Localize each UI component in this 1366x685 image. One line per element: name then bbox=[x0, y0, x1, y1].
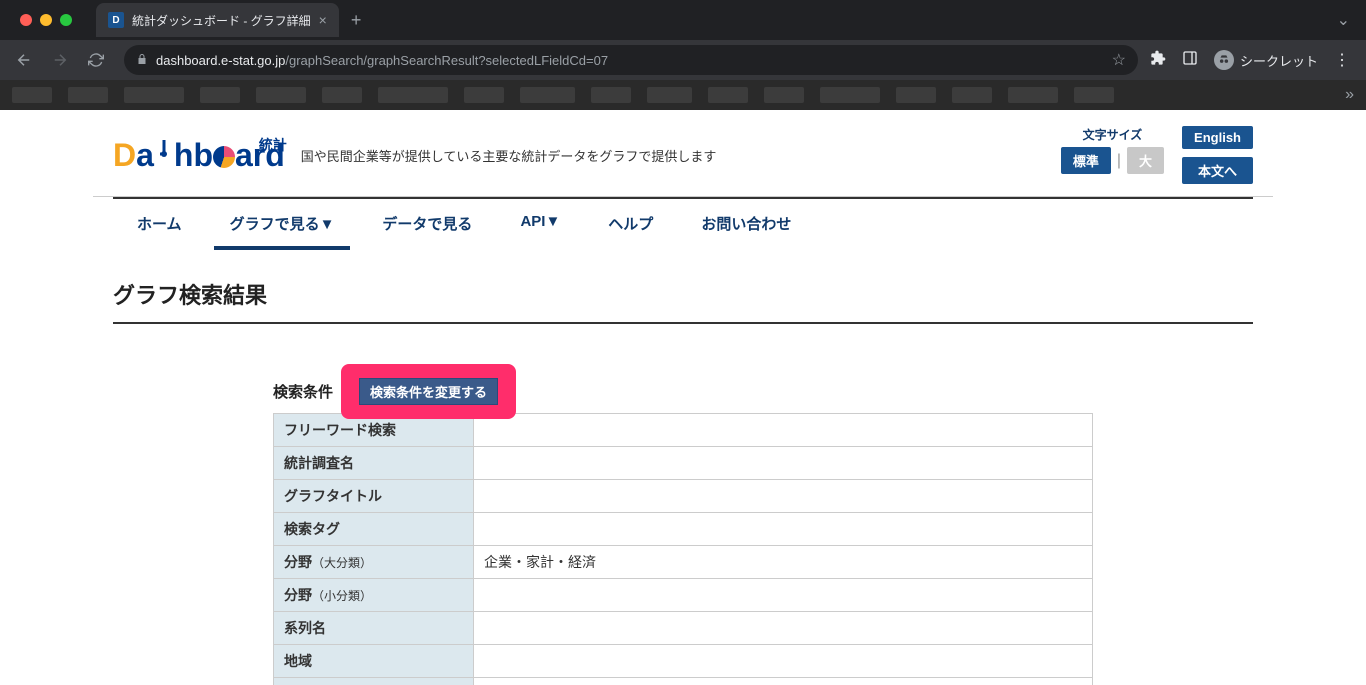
browser-chrome: D 統計ダッシュボード - グラフ詳細 × + ⌄ dashboard.e-st… bbox=[0, 0, 1366, 110]
incognito-indicator: シークレット bbox=[1214, 50, 1318, 70]
nav-contact[interactable]: お問い合わせ bbox=[677, 199, 815, 248]
row-value bbox=[474, 645, 1093, 678]
conditions-table: フリーワード検索 統計調査名 グラフタイトル 検索タグ 分野（大分類） bbox=[273, 413, 1093, 685]
nav-help[interactable]: ヘルプ bbox=[584, 199, 677, 248]
panel-icon[interactable] bbox=[1182, 50, 1198, 71]
url-text: dashboard.e-stat.go.jp/graphSearch/graph… bbox=[156, 53, 608, 68]
tab-favicon-icon: D bbox=[108, 12, 124, 28]
minimize-window-button[interactable] bbox=[40, 14, 52, 26]
nav-graph[interactable]: グラフで見る▼ bbox=[206, 199, 359, 248]
bookmark-item[interactable] bbox=[322, 87, 362, 103]
row-value bbox=[474, 480, 1093, 513]
bookmark-item[interactable] bbox=[12, 87, 52, 103]
bookmark-item[interactable] bbox=[256, 87, 306, 103]
bookmark-overflow-icon[interactable]: » bbox=[1345, 86, 1354, 104]
star-icon[interactable]: ☆ bbox=[1112, 50, 1126, 70]
bookmark-item[interactable] bbox=[200, 87, 240, 103]
row-label: 系列名 bbox=[274, 612, 474, 645]
main-nav: ホーム グラフで見る▼ データで見る API▼ ヘルプ お問い合わせ bbox=[113, 197, 1253, 248]
row-label: 分野（大分類） bbox=[274, 546, 474, 579]
bookmark-item[interactable] bbox=[591, 87, 631, 103]
row-label: 地域 bbox=[274, 645, 474, 678]
bookmark-item[interactable] bbox=[378, 87, 448, 103]
row-value bbox=[474, 612, 1093, 645]
search-conditions-label: 検索条件 bbox=[273, 381, 333, 402]
bookmark-item[interactable] bbox=[952, 87, 992, 103]
nav-data[interactable]: データで見る bbox=[358, 199, 496, 248]
row-label: 分野（小分類） bbox=[274, 579, 474, 612]
bookmark-item[interactable] bbox=[1074, 87, 1114, 103]
reload-button[interactable] bbox=[80, 44, 112, 76]
row-label: データ周期 bbox=[274, 678, 474, 685]
logo-pie-icon bbox=[213, 146, 235, 168]
tagline: 国や民間企業等が提供している主要な統計データをグラフで提供します bbox=[301, 146, 717, 165]
bookmark-item[interactable] bbox=[464, 87, 504, 103]
logo-char: a bbox=[136, 137, 154, 173]
table-row: 分野（大分類） 企業・家計・経済 bbox=[274, 546, 1093, 579]
maximize-window-button[interactable] bbox=[60, 14, 72, 26]
bookmark-item[interactable] bbox=[764, 87, 804, 103]
row-label: 統計調査名 bbox=[274, 447, 474, 480]
bookmark-item[interactable] bbox=[820, 87, 880, 103]
bookmark-item[interactable] bbox=[124, 87, 184, 103]
bookmark-item[interactable] bbox=[708, 87, 748, 103]
row-label: 検索タグ bbox=[274, 513, 474, 546]
table-row: 地域 bbox=[274, 645, 1093, 678]
close-tab-icon[interactable]: × bbox=[319, 12, 327, 28]
tab-title: 統計ダッシュボード - グラフ詳細 bbox=[132, 12, 311, 29]
bookmark-bar: » bbox=[0, 80, 1366, 110]
bookmark-item[interactable] bbox=[647, 87, 692, 103]
divider: | bbox=[1117, 152, 1121, 170]
logo[interactable]: 統計 Dahbard bbox=[113, 139, 285, 171]
table-row: 分野（小分類） bbox=[274, 579, 1093, 612]
window-controls bbox=[8, 14, 84, 26]
table-row: 系列名 bbox=[274, 612, 1093, 645]
row-value bbox=[474, 513, 1093, 546]
site-header: 統計 Dahbard 国や民間企業等が提供している主要な統計データをグラフで提供… bbox=[113, 110, 1253, 196]
page-title: グラフ検索結果 bbox=[113, 278, 1253, 324]
forward-button[interactable] bbox=[44, 44, 76, 76]
skip-to-content-button[interactable]: 本文へ bbox=[1182, 157, 1253, 184]
table-row: データ周期 bbox=[274, 678, 1093, 685]
browser-tab[interactable]: D 統計ダッシュボード - グラフ詳細 × bbox=[96, 3, 339, 37]
table-row: 統計調査名 bbox=[274, 447, 1093, 480]
close-window-button[interactable] bbox=[20, 14, 32, 26]
nav-api[interactable]: API▼ bbox=[496, 199, 584, 248]
logo-char: hb bbox=[174, 137, 213, 173]
logo-char: D bbox=[113, 137, 136, 173]
tab-bar: D 統計ダッシュボード - グラフ詳細 × + ⌄ bbox=[0, 0, 1366, 40]
logo-subtitle: 統計 bbox=[259, 135, 287, 155]
table-row: グラフタイトル bbox=[274, 480, 1093, 513]
bookmark-item[interactable] bbox=[1008, 87, 1058, 103]
font-size-label: 文字サイズ bbox=[1083, 126, 1143, 143]
logo-gauge-icon bbox=[154, 140, 174, 166]
row-label: グラフタイトル bbox=[274, 480, 474, 513]
tab-list-chevron-icon[interactable]: ⌄ bbox=[1321, 10, 1366, 30]
font-standard-button[interactable]: 標準 bbox=[1061, 147, 1111, 174]
incognito-icon bbox=[1214, 50, 1234, 70]
toolbar: dashboard.e-stat.go.jp/graphSearch/graph… bbox=[0, 40, 1366, 80]
table-row: 検索タグ bbox=[274, 513, 1093, 546]
font-large-button[interactable]: 大 bbox=[1127, 147, 1164, 174]
new-tab-button[interactable]: + bbox=[339, 10, 374, 31]
lock-icon bbox=[136, 53, 148, 68]
row-value bbox=[474, 579, 1093, 612]
bookmark-item[interactable] bbox=[520, 87, 575, 103]
nav-home[interactable]: ホーム bbox=[113, 199, 206, 248]
back-button[interactable] bbox=[8, 44, 40, 76]
row-value bbox=[474, 678, 1093, 685]
menu-icon[interactable]: ⋮ bbox=[1334, 50, 1350, 70]
address-bar[interactable]: dashboard.e-stat.go.jp/graphSearch/graph… bbox=[124, 45, 1138, 75]
extensions-icon[interactable] bbox=[1150, 50, 1166, 71]
bookmark-item[interactable] bbox=[896, 87, 936, 103]
row-value: 企業・家計・経済 bbox=[474, 546, 1093, 579]
english-button[interactable]: English bbox=[1182, 126, 1253, 149]
highlight-annotation: 検索条件を変更する bbox=[341, 364, 516, 419]
search-conditions-panel: 検索条件 検索条件を変更する フリーワード検索 統計調査名 グラフタイトル bbox=[273, 364, 1093, 685]
change-conditions-button[interactable]: 検索条件を変更する bbox=[359, 378, 498, 405]
bookmark-item[interactable] bbox=[68, 87, 108, 103]
row-value bbox=[474, 447, 1093, 480]
